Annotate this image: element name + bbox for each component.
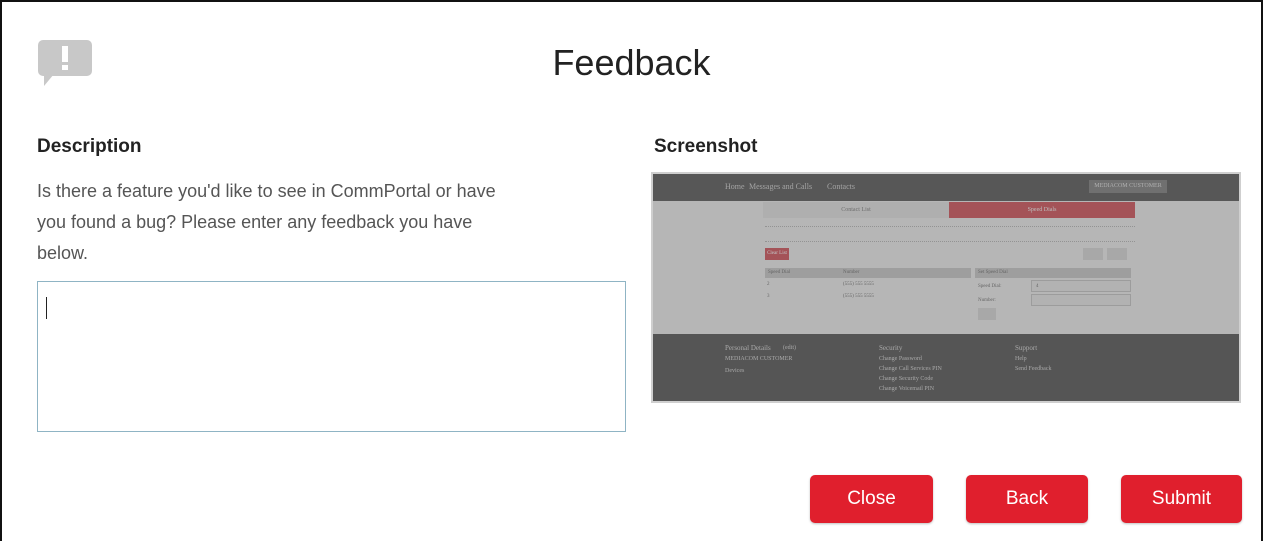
description-text: Is there a feature you'd like to see in … xyxy=(37,176,617,269)
screenshot-preview: Home Messages and Calls Contacts MEDIACO… xyxy=(651,172,1241,403)
feedback-textarea[interactable] xyxy=(37,281,626,432)
submit-button[interactable]: Submit xyxy=(1121,475,1242,523)
feedback-dialog: Feedback Description Is there a feature … xyxy=(0,0,1263,541)
description-line: Is there a feature you'd like to see in … xyxy=(37,181,496,201)
screenshot-heading: Screenshot xyxy=(654,136,758,157)
preview-dim-overlay xyxy=(653,174,1239,401)
text-caret xyxy=(46,297,47,319)
dialog-title: Feedback xyxy=(552,42,711,83)
back-button[interactable]: Back xyxy=(966,475,1088,523)
close-button[interactable]: Close xyxy=(810,475,933,523)
description-line: you found a bug? Please enter any feedba… xyxy=(37,212,473,232)
description-heading: Description xyxy=(37,136,142,157)
description-line: below. xyxy=(37,243,89,263)
